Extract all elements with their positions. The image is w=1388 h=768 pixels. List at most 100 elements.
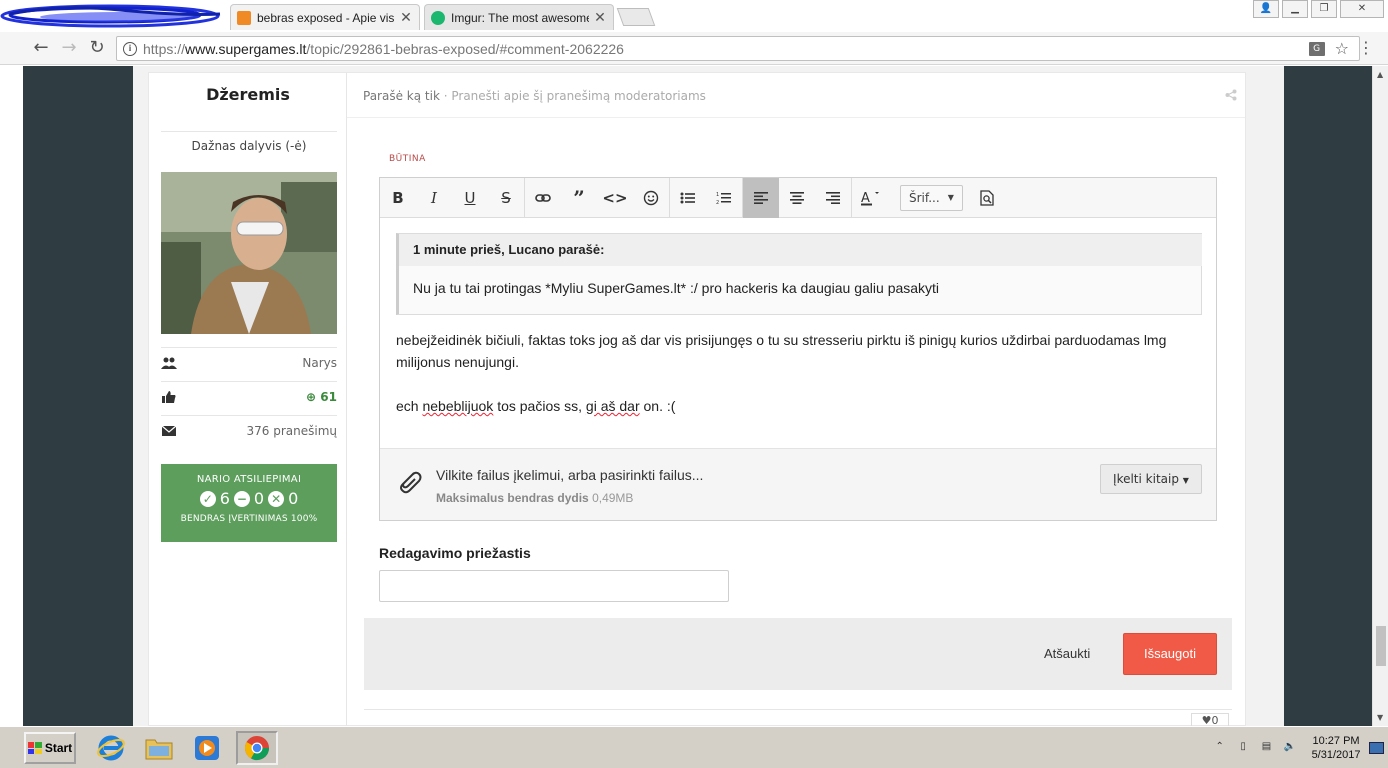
internet-explorer-icon <box>97 735 125 761</box>
reload-icon[interactable]: ↻ <box>86 38 108 58</box>
author-rank: Dažnas dalyvis (-ė) <box>161 131 337 153</box>
page-viewport: ▲ ▼ Džeremis Dažnas dalyvis (-ė) Narys ⊕… <box>0 66 1388 727</box>
start-button[interactable]: Start <box>24 732 76 764</box>
quote-text: Nu ja tu tai protingas *Myliu SuperGames… <box>413 280 940 296</box>
align-center-button[interactable] <box>779 178 815 218</box>
page-scrollbar[interactable]: ▲ ▼ <box>1372 66 1388 726</box>
quote-block: 1 minute prieš, Lucano parašė: Nu ja tu … <box>396 233 1202 315</box>
url-text[interactable]: https://www.supergames.lt/topic/292861-b… <box>143 41 1309 57</box>
tab-bebras-exposed[interactable]: bebras exposed - Apie viską ✕ <box>230 4 420 30</box>
new-tab-button[interactable] <box>616 8 656 26</box>
minus-circle-icon: − <box>233 490 250 507</box>
smiley-icon <box>643 190 659 205</box>
volume-icon[interactable]: 🔈 <box>1282 741 1297 755</box>
tray-device-icon[interactable]: ▯ <box>1235 741 1250 755</box>
like-button[interactable]: ♥0 <box>1191 713 1229 727</box>
code-button[interactable]: <> <box>597 178 633 218</box>
tray-expand-icon[interactable]: ⌃ <box>1212 741 1227 755</box>
member-feedback-box[interactable]: NARIO ATSILIEPIMAI ✓ 6 −0 ✕ 0 BENDRAS ĮVER… <box>161 464 337 542</box>
link-button[interactable] <box>525 178 561 218</box>
bold-button[interactable]: B <box>380 178 416 218</box>
chrome-app[interactable] <box>236 731 278 765</box>
folder-icon <box>145 739 173 760</box>
text-color-button[interactable]: A <box>852 178 888 218</box>
editor-toolbar: B I U S ” <> 12 A Šrif... ▼ <box>380 177 1216 218</box>
author-posts-row: 376 pranešimų <box>161 415 337 445</box>
underline-button[interactable]: U <box>452 178 488 218</box>
close-window-button[interactable]: ✕ <box>1340 0 1384 18</box>
close-tab-icon[interactable]: ✕ <box>593 10 607 26</box>
avatar[interactable] <box>161 172 337 334</box>
plus-circle-icon: ⊕ <box>306 389 317 404</box>
align-left-button[interactable] <box>743 177 779 218</box>
message-paragraph: ech nebeblijuok tos pačios ss, gi aš dar… <box>396 398 676 414</box>
reputation-badge[interactable]: ⊕ 61 <box>306 390 337 404</box>
attach-instructions[interactable]: Vilkite failus įkelimui, arba pasirinkti… <box>436 467 703 483</box>
browser-toolbar: ← → ↻ i https://www.supergames.lt/topic/… <box>0 32 1388 65</box>
imgur-favicon <box>431 10 445 25</box>
show-desktop-icon[interactable] <box>1368 742 1384 754</box>
bulleted-list-button[interactable] <box>670 178 706 218</box>
strikethrough-button[interactable]: S <box>488 178 524 218</box>
address-bar[interactable]: i https://www.supergames.lt/topic/292861… <box>116 36 1360 61</box>
quote-button[interactable]: ” <box>561 178 597 218</box>
author-name[interactable]: Džeremis <box>149 85 347 104</box>
quote-header: 1 minute prieš, Lucano parašė: <box>399 234 1202 266</box>
restore-button[interactable]: ❐ <box>1311 0 1337 18</box>
envelope-icon <box>161 425 177 436</box>
message-paragraph: nebejžeidinėk bičiuli, faktas toks jog a… <box>396 332 1167 370</box>
upload-other-button[interactable]: Įkelti kitaip ▼ <box>1100 464 1202 494</box>
save-button[interactable]: Išsaugoti <box>1123 633 1217 675</box>
numbered-list-button[interactable]: 12 <box>706 178 742 218</box>
report-post-link[interactable]: · Pranešti apie šį pranešimą moderatoria… <box>444 89 706 103</box>
caret-down-icon: ▼ <box>1182 476 1189 485</box>
x-circle-icon: ✕ <box>268 490 285 507</box>
attachment-area[interactable]: Vilkite failus įkelimui, arba pasirinkti… <box>380 448 1216 520</box>
preview-button[interactable] <box>969 178 1005 218</box>
font-family-select[interactable]: Šrif... ▼ <box>900 184 963 211</box>
taskbar: Start ⌃ ▯ ▤ 🔈 10:27 PM 5/31/2017 <box>0 726 1388 768</box>
media-player-app[interactable] <box>186 731 228 765</box>
forward-arrow-icon[interactable]: → <box>58 38 80 58</box>
translate-icon[interactable]: G <box>1308 41 1325 56</box>
form-actions: Atšaukti Išsaugoti <box>364 618 1232 690</box>
scroll-up-icon[interactable]: ▲ <box>1377 70 1383 79</box>
svg-text:1: 1 <box>716 192 719 198</box>
system-tray: ⌃ ▯ ▤ 🔈 10:27 PM 5/31/2017 <box>1212 731 1384 765</box>
bookmark-star-icon[interactable]: ☆ <box>1335 39 1349 58</box>
check-circle-icon: ✓ <box>199 490 216 507</box>
avatar-photo <box>161 172 337 334</box>
required-label: BŪTINA <box>389 154 426 164</box>
clock[interactable]: 10:27 PM 5/31/2017 <box>1312 734 1361 762</box>
scrollbar-thumb[interactable] <box>1376 626 1386 666</box>
network-icon[interactable]: ▤ <box>1259 741 1274 755</box>
emoji-button[interactable] <box>633 178 669 218</box>
file-explorer-app[interactable] <box>138 731 180 765</box>
share-icon[interactable] <box>1225 89 1237 101</box>
minimize-button[interactable]: ▁ <box>1282 0 1308 18</box>
author-panel: Džeremis Dažnas dalyvis (-ė) Narys ⊕ 61 … <box>149 73 347 727</box>
info-icon[interactable]: i <box>123 41 137 56</box>
author-reputation-row: ⊕ 61 <box>161 381 337 411</box>
edit-reason-input[interactable] <box>379 570 729 602</box>
align-right-button[interactable] <box>815 178 851 218</box>
user-icon[interactable]: 👤 <box>1253 0 1279 18</box>
post-time-link[interactable]: Parašė ką tik <box>363 89 440 103</box>
back-arrow-icon[interactable]: ← <box>30 38 52 58</box>
caret-down-icon: ▼ <box>947 192 954 202</box>
media-player-icon <box>195 736 219 760</box>
author-group-row: Narys <box>161 347 337 377</box>
cancel-button[interactable]: Atšaukti <box>1044 646 1090 661</box>
scroll-down-icon[interactable]: ▼ <box>1377 713 1383 722</box>
editor-content[interactable]: 1 minute prieš, Lucano parašė: Nu ja tu … <box>380 219 1216 447</box>
close-tab-icon[interactable]: ✕ <box>399 10 413 26</box>
post-meta: Parašė ką tik · Pranešti apie šį praneši… <box>363 89 706 103</box>
window-controls: 👤 ▁ ❐ ✕ <box>1250 0 1384 18</box>
browser-menu-icon[interactable]: ⋮ <box>1358 38 1374 58</box>
group-icon <box>161 357 177 369</box>
thumbs-up-icon <box>162 390 176 403</box>
internet-explorer-app[interactable] <box>90 731 132 765</box>
tab-imgur[interactable]: Imgur: The most awesome images ✕ <box>424 4 614 30</box>
italic-button[interactable]: I <box>416 178 452 218</box>
numbered-list-icon: 12 <box>716 192 731 205</box>
